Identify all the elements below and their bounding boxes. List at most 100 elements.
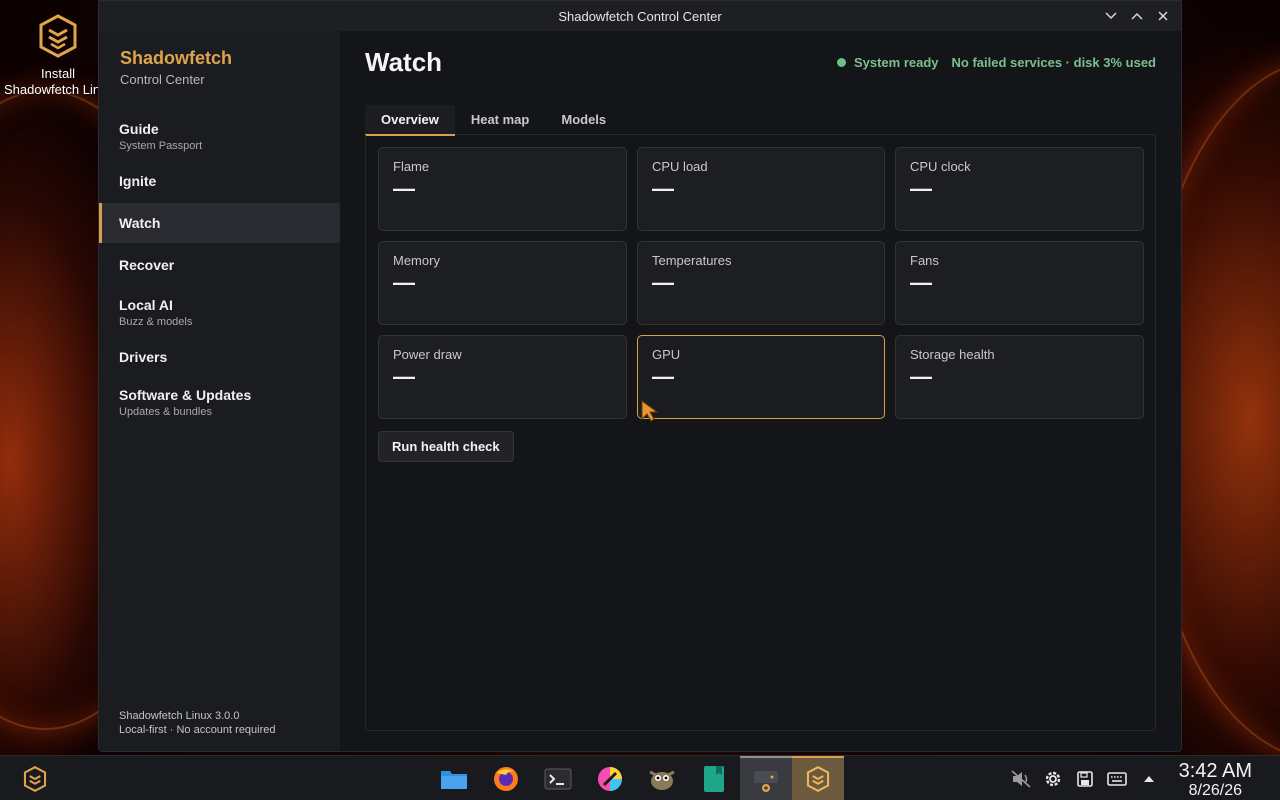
taskbar-app-terminal[interactable] (532, 756, 584, 800)
sidebar-item-ignite[interactable]: Ignite (99, 161, 340, 201)
taskbar-app-color-picker[interactable] (584, 756, 636, 800)
page-title: Watch (365, 47, 443, 77)
window-titlebar[interactable]: Shadowfetch Control Center (99, 1, 1181, 31)
status-dot-icon (836, 58, 846, 67)
color-picker-icon (598, 766, 622, 791)
maximize-button[interactable] (1127, 7, 1147, 25)
sidebar-item-label: Guide (119, 120, 159, 137)
close-button[interactable] (1153, 7, 1173, 25)
metric-card-cpu-load[interactable]: CPU load — (637, 147, 885, 231)
sidebar-item-drivers[interactable]: Drivers (99, 337, 340, 377)
metric-value: — (652, 176, 674, 201)
start-menu-button[interactable] (22, 766, 48, 792)
taskbar-app-shadowfetch[interactable] (792, 756, 844, 800)
mouse-cursor-icon (641, 400, 659, 422)
main-content: Watch System ready No failed services · … (340, 31, 1181, 751)
floppy-disk-icon (1077, 770, 1093, 787)
metric-value: — (393, 176, 415, 201)
clock-date: 8/26/26 (1188, 782, 1242, 799)
sidebar-item-software-updates[interactable]: Software & Updates Updates & bundles (99, 377, 340, 427)
metric-card-cpu-clock[interactable]: CPU clock — (895, 147, 1144, 231)
sidebar-item-local-ai[interactable]: Local AI Buzz & models (99, 287, 340, 337)
taskbar-apps (428, 756, 844, 800)
tray-settings[interactable] (1042, 768, 1064, 790)
status-bar: System ready No failed services · disk 3… (836, 55, 1156, 70)
window-title: Shadowfetch Control Center (558, 8, 722, 24)
metric-card-temperatures[interactable]: Temperatures — (637, 241, 885, 325)
metric-title: Temperatures (652, 253, 732, 268)
metric-title: GPU (652, 347, 681, 362)
metric-title: CPU clock (910, 159, 971, 174)
metric-value: — (910, 364, 932, 389)
taskbar: 3:42 AM 8/26/26 (0, 755, 1280, 800)
metric-card-storage-health[interactable]: Storage health — (895, 335, 1144, 419)
taskbar-app-file-manager[interactable] (428, 756, 480, 800)
metric-card-memory[interactable]: Memory — (378, 241, 627, 325)
taskbar-app-software-center[interactable] (740, 756, 792, 800)
sidebar-item-sublabel: Buzz & models (119, 315, 193, 328)
install-desktop-icon[interactable]: Install Shadowfetch Linux (4, 14, 112, 98)
sidebar-item-sublabel: System Passport (119, 139, 203, 152)
sidebar-item-watch[interactable]: Watch (99, 203, 340, 243)
clock-time: 3:42 AM (1178, 760, 1252, 782)
metric-value: — (652, 270, 674, 295)
control-center-window: Shadowfetch Control Center Shadowfetch C… (98, 0, 1182, 752)
metric-card-power-draw[interactable]: Power draw — (378, 335, 627, 419)
metric-card-flame[interactable]: Flame — (378, 147, 627, 231)
chevron-down-icon (1105, 12, 1117, 20)
volume-muted-icon (1011, 769, 1031, 788)
sidebar-item-sublabel: Updates & bundles (119, 405, 212, 418)
brand-subtitle: Control Center (120, 72, 205, 87)
metric-title: Power draw (393, 347, 462, 362)
sidebar-item-recover[interactable]: Recover (99, 245, 340, 285)
file-manager-icon (441, 770, 467, 789)
metric-title: Storage health (910, 347, 995, 362)
metric-card-gpu[interactable]: GPU — (637, 335, 885, 419)
tab-bar: Overview Heat map Models (365, 105, 1155, 136)
metric-title: Memory (393, 253, 440, 268)
gear-icon (1045, 771, 1061, 786)
taskbar-app-gimp[interactable] (636, 756, 688, 800)
shadowfetch-icon (806, 765, 830, 792)
metric-value: — (652, 364, 674, 389)
metric-value: — (393, 270, 415, 295)
minimize-button[interactable] (1101, 7, 1121, 25)
metrics-grid: Flame — CPU load — CPU clock — Memory — … (378, 147, 1144, 419)
metric-value: — (910, 176, 932, 201)
tab-heat-map[interactable]: Heat map (455, 105, 546, 135)
sidebar-item-label: Drivers (119, 349, 168, 365)
sidebar-item-label: Recover (119, 257, 175, 273)
tray-keyboard[interactable] (1106, 768, 1128, 790)
overview-panel: Flame — CPU load — CPU clock — Memory — … (365, 135, 1156, 731)
taskbar-clock[interactable]: 3:42 AM 8/26/26 (1179, 760, 1252, 800)
metric-value: — (910, 270, 932, 295)
footer-note: Local-first · No account required (119, 724, 276, 736)
sidebar-item-label: Ignite (119, 173, 157, 189)
metric-value: — (393, 364, 415, 389)
version-text: Shadowfetch Linux 3.0.0 (119, 710, 240, 722)
sidebar-footer: Shadowfetch Linux 3.0.0 Local-first · No… (119, 709, 276, 737)
desktop-icon-label-line1: Install (41, 66, 75, 81)
run-health-check-button[interactable]: Run health check (378, 431, 514, 462)
status-ready-text: System ready (853, 55, 939, 70)
brand-name: Shadowfetch (120, 48, 233, 68)
tab-models[interactable]: Models (545, 105, 622, 135)
firefox-icon (494, 766, 518, 791)
taskbar-app-notes[interactable] (688, 756, 740, 800)
status-detail-text: No failed services · disk 3% used (951, 55, 1156, 70)
metric-card-fans[interactable]: Fans — (895, 241, 1144, 325)
sidebar-brand: Shadowfetch Control Center (99, 31, 340, 111)
sidebar-item-label: Watch (119, 215, 161, 231)
chevron-up-icon (1131, 12, 1143, 20)
metric-title: CPU load (652, 159, 708, 174)
gimp-icon (649, 770, 675, 790)
notes-icon (704, 765, 724, 792)
taskbar-app-firefox[interactable] (480, 756, 532, 800)
sidebar-item-label: Software & Updates (119, 386, 252, 403)
tray-expand[interactable] (1138, 768, 1160, 790)
tab-overview[interactable]: Overview (365, 105, 455, 136)
tray-storage[interactable] (1074, 768, 1096, 790)
sidebar-item-guide[interactable]: Guide System Passport (99, 111, 340, 161)
desktop-icon-label-line2: Shadowfetch Linux (4, 82, 112, 97)
tray-volume-muted[interactable] (1010, 768, 1032, 790)
